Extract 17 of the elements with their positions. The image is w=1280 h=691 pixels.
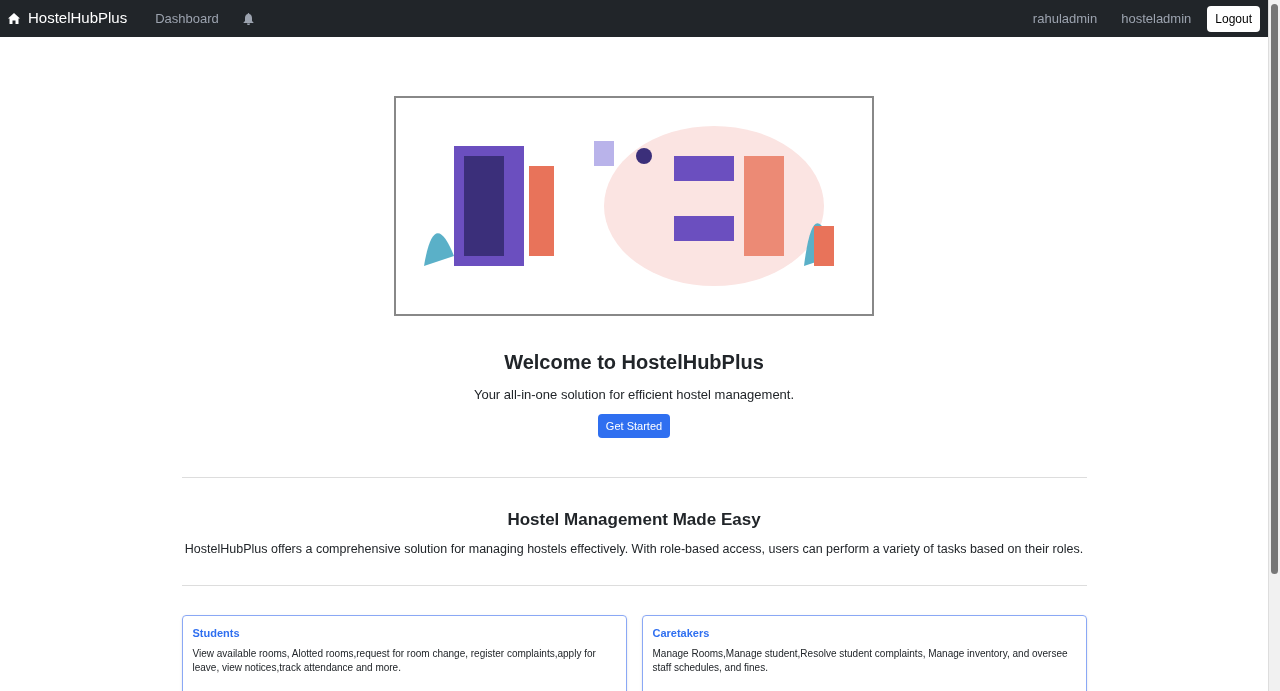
card-description: View available rooms, Alotted rooms,request for room change, register complaints,apply for leave, view notices,track attendance and more. <box>192 646 597 675</box>
bell-icon[interactable] <box>242 12 254 25</box>
card-title: Students <box>192 626 241 642</box>
get-started-button[interactable]: Get Started <box>597 413 671 438</box>
nav-link[interactable]: Dashboard <box>155 8 219 29</box>
logout-button[interactable]: Logout <box>1207 5 1260 32</box>
user-link[interactable]: hosteladmin <box>1121 8 1192 29</box>
section-description: HostelHubPlus offers a comprehensive solution for managing hostels effectively. With role-based access, users can perform a variety of tasks based on their roles. <box>184 540 1084 558</box>
welcome-heading: Welcome to HostelHubPlus <box>504 350 764 375</box>
user-link[interactable]: rahuladmin <box>1032 8 1098 29</box>
home-icon <box>8 13 20 24</box>
card-description: Manage Rooms,Manage student,Resolve student complaints, Manage inventory, and oversee staff schedules, and fines. <box>652 646 1069 675</box>
section-heading: Hostel Management Made Easy <box>507 509 761 531</box>
card-title: Caretakers <box>652 626 711 642</box>
brand-link[interactable]: HostelHubPlus <box>8 7 128 30</box>
scrollbar[interactable] <box>1268 0 1280 691</box>
welcome-subtitle: Your all-in-one solution for efficient hostel management. <box>473 386 795 404</box>
